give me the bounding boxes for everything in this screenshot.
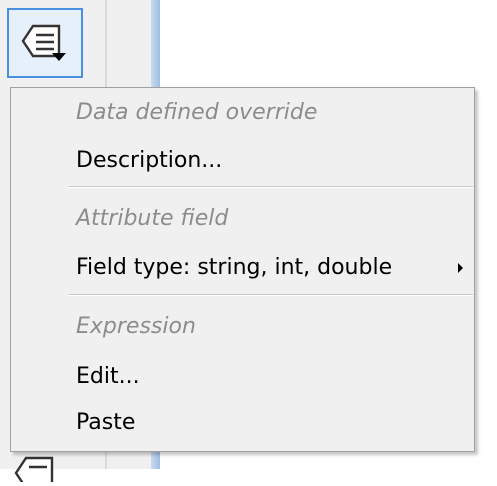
data-defined-override-menu: Data defined override Description... Att… bbox=[10, 87, 475, 452]
menu-separator bbox=[69, 186, 473, 188]
data-defined-override-button-2[interactable] bbox=[12, 452, 72, 486]
data-defined-override-icon bbox=[21, 24, 66, 61]
menu-item-label: Paste bbox=[76, 410, 136, 435]
menu-item-description[interactable]: Description... bbox=[11, 141, 474, 181]
menu-header-data-defined-override: Data defined override bbox=[76, 100, 318, 125]
menu-item-paste[interactable]: Paste bbox=[11, 403, 474, 443]
menu-header-attribute-field: Attribute field bbox=[76, 206, 229, 231]
data-defined-override-icon bbox=[14, 456, 54, 486]
menu-item-label: Edit... bbox=[76, 364, 140, 389]
data-defined-override-button[interactable] bbox=[7, 8, 83, 78]
menu-item-edit[interactable]: Edit... bbox=[11, 357, 474, 397]
menu-item-label: Field type: string, int, double bbox=[76, 255, 393, 280]
menu-header-expression: Expression bbox=[76, 314, 196, 339]
menu-separator bbox=[69, 294, 473, 296]
submenu-arrow-icon bbox=[458, 263, 463, 273]
menu-item-field-type[interactable]: Field type: string, int, double bbox=[11, 248, 474, 288]
menu-item-label: Description... bbox=[76, 148, 223, 173]
